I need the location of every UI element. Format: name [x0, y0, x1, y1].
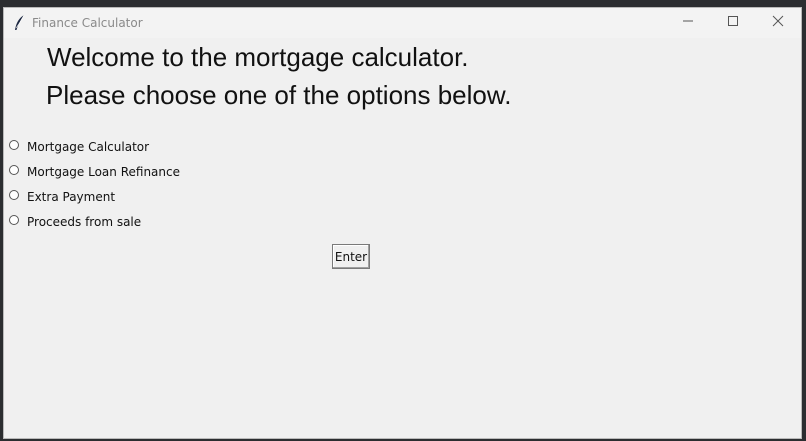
option-proceeds-from-sale[interactable]: Proceeds from sale — [9, 213, 141, 231]
option-label: Mortgage Loan Refinance — [27, 165, 180, 179]
enter-button[interactable]: Enter — [332, 244, 370, 269]
option-extra-payment[interactable]: Extra Payment — [9, 188, 115, 206]
option-label: Extra Payment — [27, 190, 116, 204]
maximize-icon — [727, 14, 739, 32]
radio-button[interactable] — [9, 140, 19, 150]
option-label: Mortgage Calculator — [27, 140, 150, 154]
radio-button[interactable] — [9, 165, 19, 175]
close-icon — [772, 14, 784, 32]
radio-button[interactable] — [9, 215, 19, 225]
maximize-button[interactable] — [710, 8, 756, 38]
window-title: Finance Calculator — [32, 16, 143, 30]
option-mortgage-calculator[interactable]: Mortgage Calculator — [9, 138, 149, 156]
feather-icon — [13, 14, 27, 32]
title-bar[interactable]: Finance Calculator — [4, 8, 801, 38]
minimize-button[interactable] — [665, 8, 711, 38]
minimize-icon — [682, 14, 694, 32]
option-mortgage-loan-refinance[interactable]: Mortgage Loan Refinance — [9, 163, 180, 181]
radio-button[interactable] — [9, 190, 19, 200]
close-button[interactable] — [755, 8, 801, 38]
welcome-heading: Welcome to the mortgage calculator. — [47, 42, 469, 72]
option-label: Proceeds from sale — [27, 215, 142, 229]
finance-calculator-window: Finance Calculator Welcome to the mortga… — [3, 7, 802, 439]
instruction-heading: Please choose one of the options below. — [46, 80, 512, 110]
